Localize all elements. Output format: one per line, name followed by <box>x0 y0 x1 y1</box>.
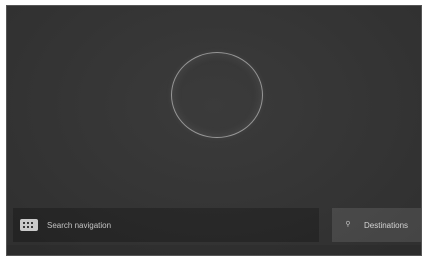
search-navigation-label: Search navigation <box>47 220 112 230</box>
navigation-screen: Search navigation ⚲ Destinations <box>6 5 422 256</box>
keyboard-icon <box>20 219 38 231</box>
bottom-bar <box>7 245 421 255</box>
voice-orb <box>171 52 263 138</box>
pin-icon: ⚲ <box>345 221 351 228</box>
search-navigation-bar[interactable]: Search navigation <box>13 208 319 242</box>
destinations-label: Destinations <box>364 220 409 230</box>
destinations-button[interactable]: ⚲ Destinations <box>332 208 421 242</box>
